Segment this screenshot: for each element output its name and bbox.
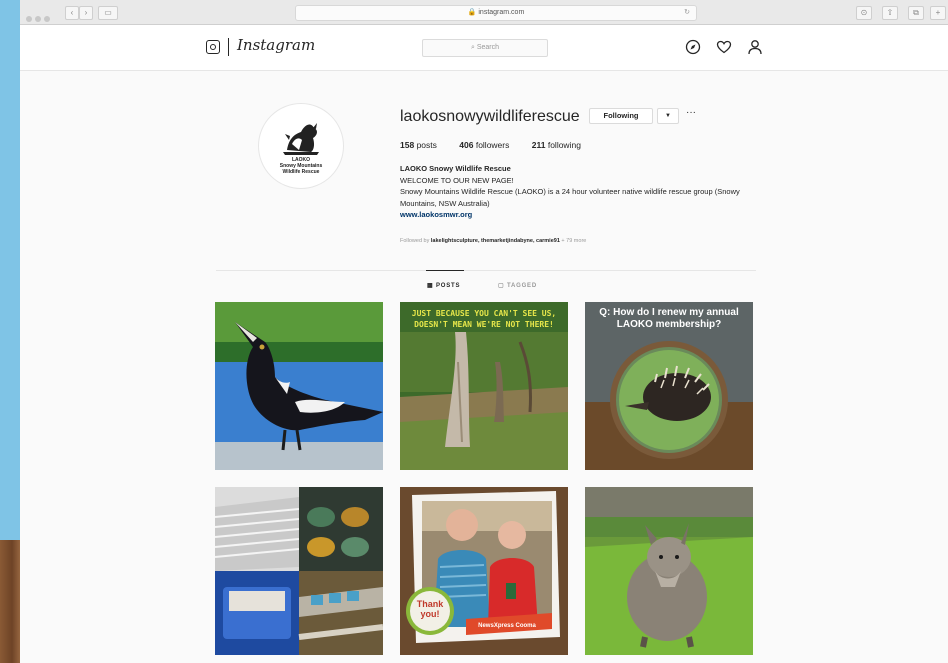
tabs-divider (216, 270, 756, 271)
back-button[interactable]: ‹ (65, 6, 79, 20)
tab-tagged[interactable]: ▢ TAGGED (498, 282, 537, 289)
newsxpress-caption: NewsXpress Cooma (478, 623, 536, 629)
address-bar[interactable]: 🔒 instagram.com ↻ (295, 5, 697, 21)
avatar-logo-text: LAOKO Snowy Mountains Wildlife Rescue (279, 157, 323, 175)
tabs-button[interactable]: ⧉ (908, 6, 924, 20)
compass-icon[interactable] (685, 39, 701, 55)
caret-down-icon: ▼ (665, 113, 671, 119)
browser-window: ‹ › ▭ 🔒 instagram.com ↻ ⊙ ⇧ ⧉ + Instagra… (20, 0, 948, 663)
laoko-logo-icon (283, 123, 319, 155)
sidebar-button[interactable]: ▭ (98, 6, 118, 20)
search-input[interactable]: ⌕ Search (422, 39, 548, 57)
post-thumbnail-trees[interactable]: JUST BECAUSE YOU CAN'T SEE US, DOESN'T M… (400, 302, 568, 470)
lock-icon: 🔒 (467, 9, 477, 16)
post-thumbnail-echidna[interactable]: Q: How do I renew my annual LAOKO member… (585, 302, 753, 470)
tab-posts[interactable]: ▦ POSTS (427, 282, 460, 289)
share-button[interactable]: ⇧ (882, 6, 898, 20)
post-thumbnail-supplies[interactable] (215, 487, 383, 655)
profile-avatar[interactable]: LAOKO Snowy Mountains Wildlife Rescue (258, 103, 344, 189)
profile-bio: LAOKO Snowy Wildlife Rescue WELCOME TO O… (400, 163, 760, 221)
active-tab-indicator (426, 270, 464, 271)
profile-stats: 158 posts 406 followers 211 following (400, 140, 601, 150)
url-text: instagram.com (478, 9, 525, 16)
magpie-photo (215, 302, 383, 470)
followed-by[interactable]: Followed by lakelightsculpture, themarke… (400, 238, 586, 244)
new-tab-button[interactable]: + (930, 6, 946, 20)
tag-icon: ▢ (498, 283, 505, 289)
bio-line-1: WELCOME TO OUR NEW PAGE! (400, 175, 514, 185)
instagram-header: Instagram ⌕ Search (20, 25, 948, 71)
grid-icon: ▦ (427, 283, 434, 289)
post-thumbnail-wallaby[interactable] (585, 487, 753, 655)
post-thumbnail-magpie[interactable] (215, 302, 383, 470)
followers-count[interactable]: 406 followers (459, 140, 509, 150)
camera-icon[interactable] (206, 40, 220, 54)
logo-divider (228, 38, 229, 56)
browser-toolbar: ‹ › ▭ 🔒 instagram.com ↻ ⊙ ⇧ ⧉ + (20, 0, 948, 25)
search-icon: ⌕ (470, 44, 475, 51)
bio-line-2: Snowy Mountains Wildlife Rescue (LAOKO) … (400, 187, 740, 208)
profile-full-name: LAOKO Snowy Wildlife Rescue (400, 164, 511, 173)
following-button[interactable]: Following (589, 108, 653, 124)
heart-icon[interactable] (716, 39, 732, 55)
profile-website-link[interactable]: www.laokosmwr.org (400, 209, 760, 221)
more-options-icon[interactable]: ··· (686, 107, 696, 118)
forward-button[interactable]: › (79, 6, 93, 20)
dropdown-button[interactable]: ▼ (657, 108, 679, 124)
reload-icon[interactable]: ↻ (684, 6, 690, 20)
instagram-wordmark[interactable]: Instagram (237, 36, 315, 54)
following-count[interactable]: 211 following (532, 140, 581, 150)
thank-you-badge: Thank you! (416, 599, 444, 619)
search-placeholder: Search (476, 44, 500, 51)
wallaby-photo (585, 487, 753, 655)
thank-you-photo (400, 487, 568, 655)
post-thumbnail-thank-you[interactable]: Thank you! NewsXpress Cooma (400, 487, 568, 655)
echidna-photo (585, 341, 753, 470)
profile-icon[interactable] (747, 39, 763, 55)
profile-username: laokosnowywildliferescue (400, 108, 580, 125)
post-overlay-text: JUST BECAUSE YOU CAN'T SEE US, DOESN'T M… (411, 309, 557, 329)
downloads-button[interactable]: ⊙ (856, 6, 872, 20)
supplies-collage-photo (215, 487, 383, 655)
posts-count: 158 posts (400, 140, 437, 150)
